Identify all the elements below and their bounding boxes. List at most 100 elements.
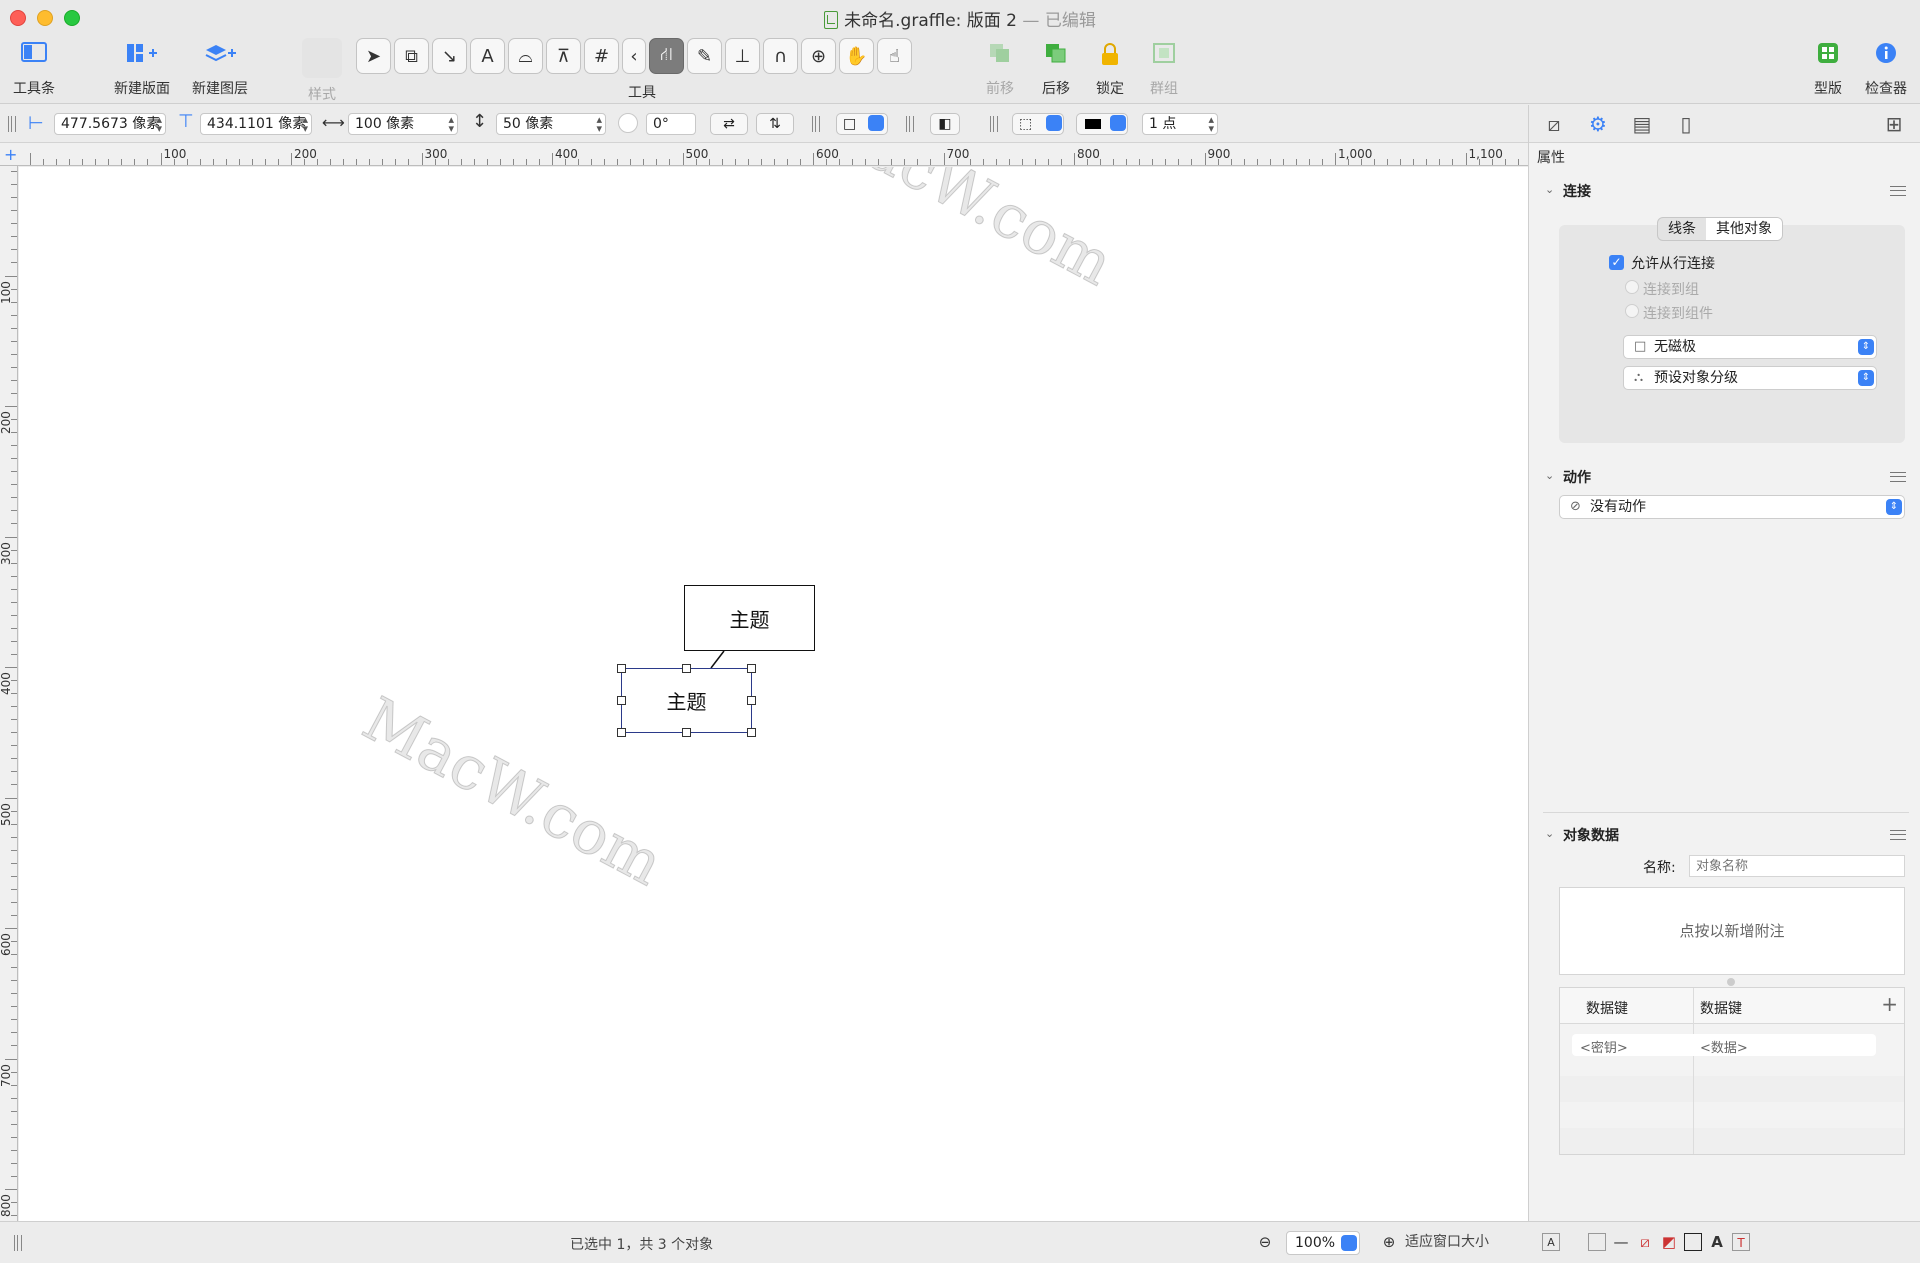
new-canvas-button[interactable]: 新建版面 (110, 42, 174, 98)
ruler-tick (1204, 153, 1206, 165)
table-row[interactable]: <密钥> <数据> (1572, 1034, 1876, 1056)
connector-line[interactable] (19, 167, 1528, 1221)
note-area[interactable]: 点按以新增附注 (1559, 887, 1905, 975)
zoom-out-icon[interactable]: ⊖ (1256, 1233, 1274, 1251)
seg-lines[interactable]: 线条 (1658, 218, 1706, 240)
magnet-tool[interactable]: ∩ (763, 38, 798, 74)
stepper-icon[interactable]: ▴ ▾ (302, 114, 308, 134)
section-menu-icon[interactable] (1890, 472, 1906, 482)
stepper-icon[interactable]: ▴ ▾ (156, 114, 162, 134)
connect-to-member-radio[interactable] (1625, 304, 1639, 318)
column-header-key[interactable]: 数据键 (1586, 998, 1628, 1018)
resize-handle[interactable] (617, 664, 626, 673)
group-button[interactable]: 群组 (1144, 42, 1184, 98)
tab-grid-view[interactable]: ⊞ (1881, 112, 1907, 138)
magnets-popup[interactable]: □ 无磁极 ⇕ (1623, 335, 1877, 359)
new-layer-button[interactable]: 新建图层 (188, 42, 252, 98)
bring-forward-button[interactable]: 前移 (980, 42, 1020, 98)
inspector-button[interactable]: 检查器 (1862, 42, 1910, 98)
style-button[interactable]: 样式 (300, 38, 344, 104)
text-position-icon[interactable]: T (1732, 1233, 1750, 1251)
section-menu-icon[interactable] (1890, 186, 1906, 196)
rotation-knob-icon[interactable] (618, 113, 638, 133)
resize-handle[interactable] (617, 696, 626, 705)
resize-handle[interactable] (682, 728, 691, 737)
fit-window-button[interactable]: 适应窗口大小 (1405, 1231, 1515, 1255)
key-placeholder[interactable]: <密钥> (1580, 1037, 1628, 1056)
object-name-field[interactable] (1689, 855, 1905, 877)
x-position-field[interactable]: 477.5673 像素 ▴ ▾ (54, 113, 166, 135)
line-tool[interactable]: ↘ (432, 38, 467, 74)
drawing-canvas[interactable]: 主题 主题 MacW.com MacW.com (19, 167, 1528, 1221)
value-placeholder[interactable]: <数据> (1700, 1037, 1748, 1056)
horizontal-ruler[interactable]: 100 200 300 400 500 600 700 800 900 1,000 1,100 (18, 143, 1528, 166)
pen-tool[interactable]: ⌓ (508, 38, 543, 74)
stroke-style-icon[interactable]: — (1612, 1233, 1630, 1251)
hand-tool[interactable]: ✋ (839, 38, 874, 74)
resize-handle[interactable] (617, 728, 626, 737)
flip-vertical-button[interactable]: ⇅ (756, 113, 794, 135)
connect-to-group-radio[interactable] (1625, 280, 1639, 294)
stencils-button[interactable]: 型版 (1808, 42, 1848, 98)
lock-button[interactable]: 锁定 (1090, 42, 1130, 98)
tab-object-inspector[interactable]: ⧄ (1541, 112, 1567, 138)
resize-handle[interactable] (747, 696, 756, 705)
collapse-tools-button[interactable]: ‹ (622, 38, 646, 74)
fill-style-icon[interactable] (1588, 1233, 1606, 1251)
tab-canvas[interactable]: ▤ (1629, 112, 1655, 138)
shape-tool[interactable]: ⧉ (394, 38, 429, 74)
style-brush-tool[interactable]: ✎ (687, 38, 722, 74)
table-row[interactable] (1560, 1076, 1904, 1102)
tab-document[interactable]: ▯ (1673, 112, 1699, 138)
hierarchy-popup[interactable]: ⛬ 预设对象分级 ⇕ (1623, 366, 1877, 390)
zoom-field[interactable]: 100% (1286, 1231, 1360, 1255)
diagram-tool[interactable]: ⛙ (649, 38, 684, 74)
seg-other-objects[interactable]: 其他对象 (1706, 218, 1782, 240)
allow-from-lines-checkbox[interactable]: ✓ (1609, 255, 1624, 270)
text-box-icon[interactable]: A (1542, 1233, 1560, 1251)
stroke-width-field[interactable]: 1 点 ▴ ▾ (1142, 113, 1218, 135)
section-menu-icon[interactable] (1890, 830, 1906, 840)
diagram-grid-tool[interactable]: # (584, 38, 619, 74)
chevron-down-icon[interactable]: ⌄ (1545, 469, 1554, 482)
table-row[interactable] (1560, 1128, 1904, 1154)
tab-properties[interactable]: ⚙ (1585, 112, 1611, 138)
browse-tool[interactable]: ☝ (877, 38, 912, 74)
add-row-icon[interactable]: + (1881, 992, 1898, 1016)
selection-tool[interactable]: ➤ (356, 38, 391, 74)
resize-handle[interactable] (747, 664, 756, 673)
rubber-stamp-tool[interactable]: ⊥ (725, 38, 760, 74)
stepper-icon[interactable]: ▴ ▾ (596, 114, 602, 134)
vertical-ruler[interactable]: 100 200 300 400 500 600 700 800 (0, 166, 18, 1221)
column-header-value[interactable]: 数据键 (1700, 998, 1742, 1018)
resize-handle[interactable] (682, 664, 691, 673)
stepper-icon[interactable]: ▴ ▾ (448, 114, 454, 134)
magnet-toggle-button[interactable]: ◧ (930, 113, 960, 135)
zoom-in-icon[interactable]: ⊕ (1380, 1233, 1398, 1251)
rotation-field[interactable]: 0° (646, 113, 696, 135)
stepper-icon[interactable]: ▴ ▾ (1208, 114, 1214, 134)
chevron-down-icon[interactable]: ⌄ (1545, 183, 1554, 196)
splitter-handle-icon[interactable] (1727, 978, 1735, 986)
resize-handle[interactable] (747, 728, 756, 737)
flip-horizontal-button[interactable]: ⇄ (710, 113, 748, 135)
topic-shape-parent[interactable]: 主题 (684, 585, 815, 651)
topic-shape-selected[interactable]: 主题 (621, 668, 752, 733)
zoom-tool[interactable]: ⊕ (801, 38, 836, 74)
chevron-down-icon[interactable]: ⌄ (1545, 827, 1554, 840)
shadow-popup-chevron-icon (868, 115, 884, 131)
no-stroke-icon[interactable]: ⧄ (1636, 1233, 1654, 1251)
y-position-field[interactable]: 434.1101 像素 ▴ ▾ (200, 113, 312, 135)
send-backward-button[interactable]: 后移 (1036, 42, 1076, 98)
toolbar-toggle-button[interactable]: 工具条 (10, 42, 58, 98)
zoom-popup-chevron-icon[interactable] (1341, 1235, 1357, 1251)
font-style-icon[interactable]: A (1708, 1233, 1726, 1251)
ruler-tick (538, 159, 540, 165)
width-field[interactable]: 100 像素 ▴ ▾ (348, 113, 458, 135)
text-tool[interactable]: A (470, 38, 505, 74)
point-edit-tool[interactable]: ⊼ (546, 38, 581, 74)
no-shadow-icon[interactable]: ◩ (1660, 1233, 1678, 1251)
height-field[interactable]: 50 像素 ▴ ▾ (496, 113, 606, 135)
shape-style-icon[interactable] (1684, 1233, 1702, 1251)
action-popup[interactable]: ⊘ 没有动作 ⇕ (1559, 495, 1905, 519)
